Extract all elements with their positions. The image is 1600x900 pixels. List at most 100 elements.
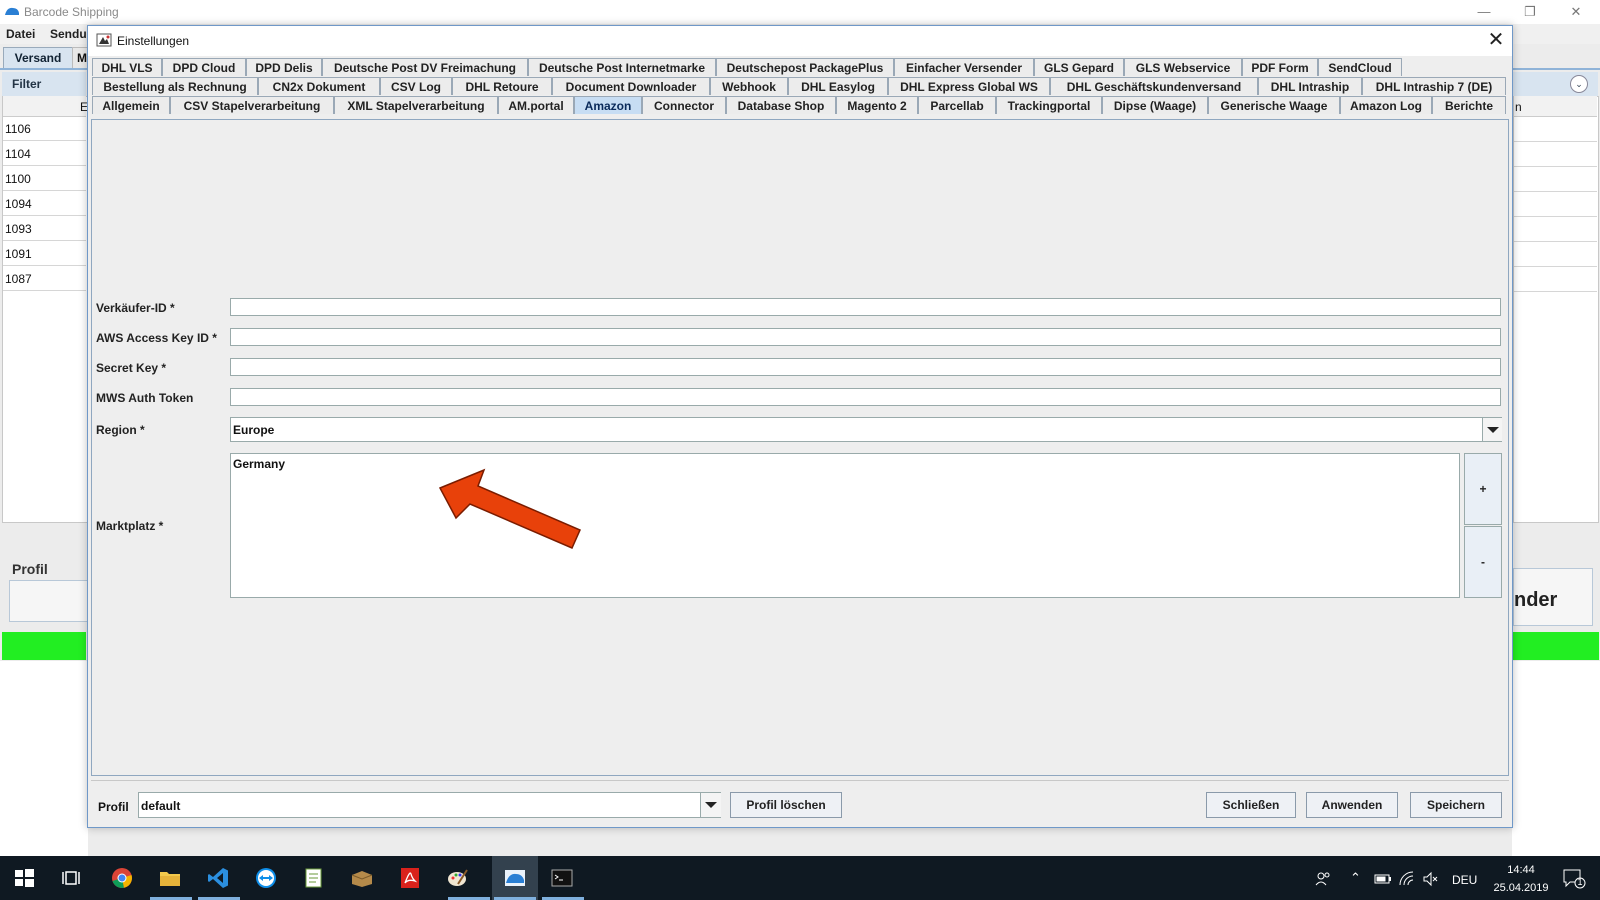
close-icon[interactable]: ✕ [1556,2,1596,22]
terminal-icon[interactable] [550,866,574,890]
people-icon[interactable] [1314,870,1332,888]
tab-deutsche-post-dv-freimachung[interactable]: Deutsche Post DV Freimachung [322,58,528,76]
tab-parcellab[interactable]: Parcellab [918,96,996,114]
chevron-down-icon[interactable] [1482,418,1502,441]
secret-key-input[interactable] [230,358,1501,376]
tab-bestellung-als-rechnung[interactable]: Bestellung als Rechnung [92,77,258,95]
tab-deutschepost-packageplus[interactable]: Deutschepost PackagePlus [716,58,894,76]
table-row[interactable]: 1104 [3,142,86,166]
speaker-muted-icon[interactable] [1422,870,1440,888]
table-row[interactable]: 1106 [3,117,86,141]
table-row[interactable]: 1091 [3,242,86,266]
table-row-right[interactable] [1514,192,1597,217]
tab-dhl-vls[interactable]: DHL VLS [92,58,162,76]
tab-allgemein[interactable]: Allgemein [92,96,170,114]
table-row[interactable]: 1100 [3,167,86,191]
filter-label[interactable]: Filter [12,77,41,91]
tab-database-shop[interactable]: Database Shop [726,96,836,114]
acrobat-icon[interactable] [398,866,422,890]
seller-id-input[interactable] [230,298,1501,316]
notepad-icon[interactable] [302,866,326,890]
mws-auth-token-label: MWS Auth Token [96,391,194,405]
restore-icon[interactable]: ❐ [1510,2,1550,22]
dialog-close-icon[interactable]: ✕ [1484,28,1508,52]
app-title: Barcode Shipping [24,5,119,19]
tab-dhl-easylog[interactable]: DHL Easylog [788,77,888,95]
tab-sendcloud[interactable]: SendCloud [1318,58,1402,76]
tab-magento-2[interactable]: Magento 2 [836,96,918,114]
chevron-down-icon[interactable] [700,793,721,817]
menu-sendungen[interactable]: Sendu [50,27,87,41]
taskbar-date[interactable]: 25.04.2019 [1484,882,1558,894]
tab-am-portal[interactable]: AM.portal [498,96,574,114]
minimize-icon[interactable]: — [1464,2,1504,22]
table-row-right[interactable] [1514,242,1597,267]
table-row[interactable]: 1093 [3,217,86,241]
battery-icon[interactable] [1374,872,1392,886]
tab-gls-gepard[interactable]: GLS Gepard [1034,58,1124,76]
menu-datei[interactable]: Datei [6,27,35,41]
wifi-icon[interactable] [1398,870,1416,888]
tab-cn2x-dokument[interactable]: CN2x Dokument [258,77,380,95]
table-row-right[interactable] [1514,217,1597,242]
barcode-shipping-icon[interactable] [503,866,527,890]
tab-csv-log[interactable]: CSV Log [380,77,452,95]
tab-berichte[interactable]: Berichte [1432,96,1506,114]
dialog-title: Einstellungen [117,34,190,48]
profil-box[interactable] [9,580,89,622]
tab-gls-webservice[interactable]: GLS Webservice [1124,58,1242,76]
tab-dhl-retoure[interactable]: DHL Retoure [452,77,552,95]
chevron-down-icon[interactable]: ⌄ [1570,75,1588,93]
save-button[interactable]: Speichern [1410,792,1502,818]
file-explorer-icon[interactable] [158,866,182,890]
table-row-right[interactable] [1514,267,1597,292]
tab-dpd-cloud[interactable]: DPD Cloud [162,58,246,76]
tab-dhl-intraship[interactable]: DHL Intraship [1258,77,1362,95]
apply-button[interactable]: Anwenden [1306,792,1398,818]
input-language[interactable]: DEU [1452,873,1477,887]
add-marketplace-button[interactable]: + [1464,453,1502,525]
region-select[interactable] [230,417,1502,442]
table-row-right[interactable] [1514,167,1597,192]
table-row-right[interactable] [1514,142,1597,167]
delete-profile-button[interactable]: Profil löschen [730,792,842,818]
table-row[interactable]: 1087 [3,267,86,291]
tab-einfacher-versender[interactable]: Einfacher Versender [894,58,1034,76]
windows-start-icon[interactable] [12,866,36,890]
tab-webhook[interactable]: Webhook [710,77,788,95]
tab-deutsche-post-internetmarke[interactable]: Deutsche Post Internetmarke [528,58,716,76]
table-row-right[interactable] [1514,117,1597,142]
tab-document-downloader[interactable]: Document Downloader [552,77,710,95]
remove-marketplace-button[interactable]: - [1464,526,1502,598]
task-view-icon[interactable] [60,866,84,890]
tab-xml-stapelverarbeitung[interactable]: XML Stapelverarbeitung [334,96,498,114]
tab-pdf-form[interactable]: PDF Form [1242,58,1318,76]
tab-trackingportal[interactable]: Trackingportal [996,96,1102,114]
tab-csv-stapelverarbeitung[interactable]: CSV Stapelverarbeitung [170,96,334,114]
package-icon[interactable] [350,866,374,890]
tab-dpd-delis[interactable]: DPD Delis [246,58,322,76]
tab-dipse-waage[interactable]: Dipse (Waage) [1102,96,1208,114]
tab-generische-waage[interactable]: Generische Waage [1208,96,1340,114]
table-row[interactable]: 1094 [3,192,86,216]
teamviewer-icon[interactable] [254,866,278,890]
tab-dhl-intraship-7[interactable]: DHL Intraship 7 (DE) [1362,77,1506,95]
profil-select[interactable] [138,792,721,818]
aws-access-key-input[interactable] [230,328,1501,346]
tab-connector[interactable]: Connector [642,96,726,114]
mws-auth-token-input[interactable] [230,388,1501,406]
vscode-icon[interactable] [206,866,230,890]
tab-amazon[interactable]: Amazon [574,96,642,114]
tab-amazon-log[interactable]: Amazon Log [1340,96,1432,114]
chevron-up-icon[interactable]: ⌃ [1350,870,1361,886]
close-button[interactable]: Schließen [1206,792,1296,818]
marketplace-list[interactable] [230,453,1460,598]
list-item[interactable]: Germany [233,457,285,471]
tab-dhl-geschaeftskundenversand[interactable]: DHL Geschäftskundenversand [1050,77,1258,95]
tab-dhl-express-global-ws[interactable]: DHL Express Global WS [888,77,1050,95]
chrome-icon[interactable] [110,866,134,890]
footer-separator [91,780,1509,781]
taskbar-time[interactable]: 14:44 [1486,864,1556,876]
tab-versand[interactable]: Versand [3,47,73,68]
paint-icon[interactable] [446,866,470,890]
